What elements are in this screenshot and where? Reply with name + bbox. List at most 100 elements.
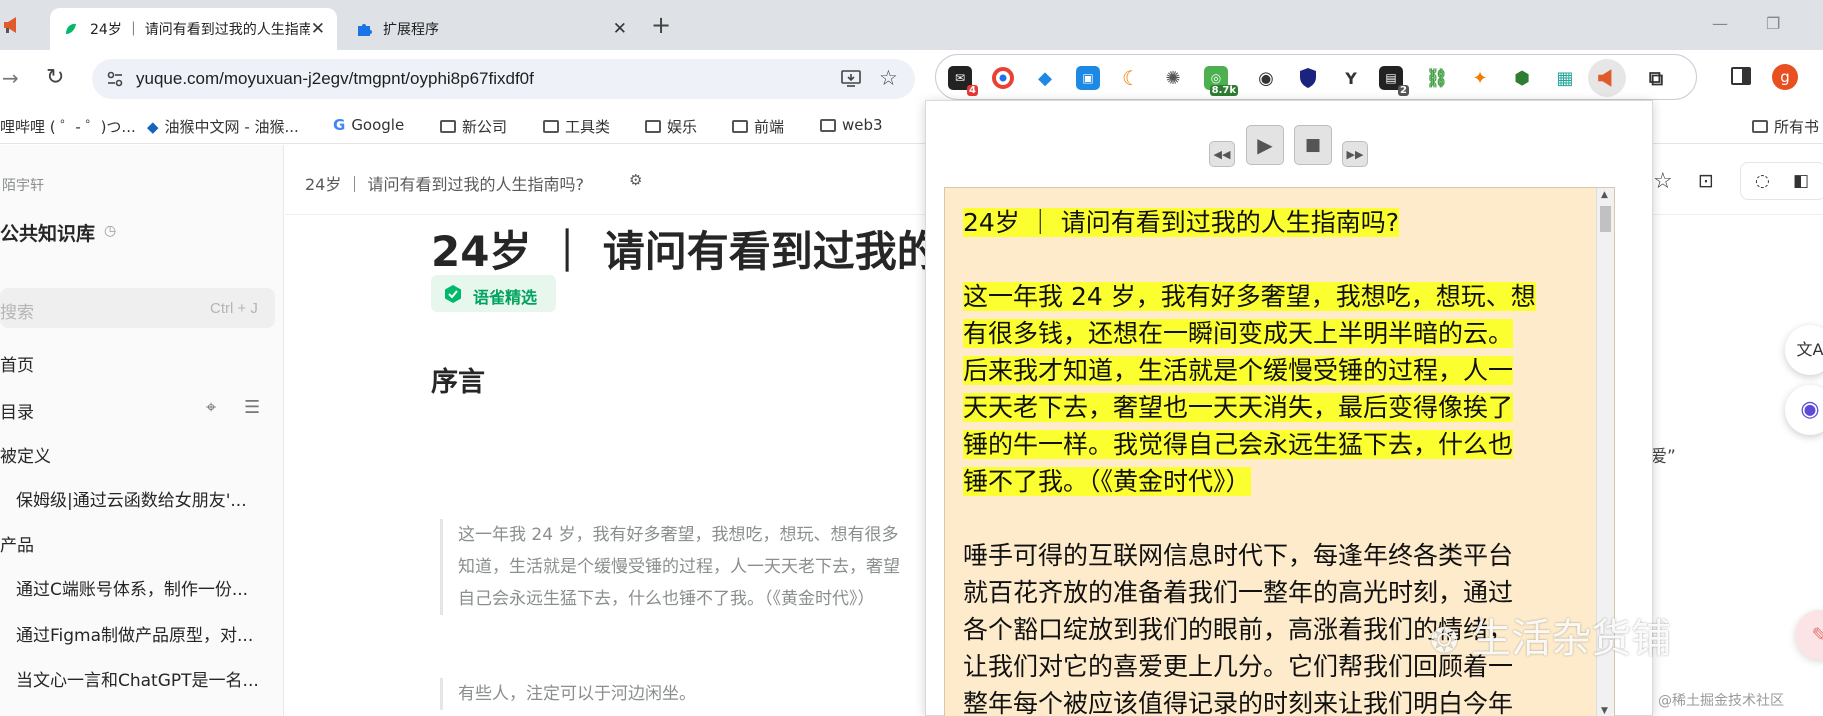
nav-home[interactable]: 首页 [0, 351, 34, 376]
repo-title[interactable]: 公共知识库 [0, 219, 95, 246]
reader-line: 后来我才知道，生活就是个缓慢受锤的过程，人一 [963, 356, 1514, 385]
toc-item[interactable]: 保姆级|通过云函数给女朋友'... [16, 486, 247, 511]
toc-item[interactable]: 通过Figma制做产品原型，对... [16, 621, 253, 646]
reload-icon[interactable]: ↻ [46, 65, 64, 90]
toc-item[interactable]: 通过C端账号体系，制作一份... [16, 575, 248, 600]
search-input[interactable]: 搜索 Ctrl + J [0, 288, 275, 328]
present-icon[interactable]: ⊡ [1698, 170, 1714, 192]
reader-line: 这一年我 24 岁，我有好多奢望，我想吃，想玩、想 [963, 282, 1536, 311]
new-tab-icon[interactable]: + [651, 13, 671, 37]
reader-line: 锤的牛一样。我觉得自己会永远生猛下去，什么也 [963, 430, 1514, 459]
blue-app-extension-icon[interactable]: ▣ [1076, 66, 1100, 90]
extensions-puzzle-icon[interactable]: ⧉ [1644, 66, 1668, 90]
star-icon[interactable]: ☆ [1653, 169, 1673, 194]
play-button[interactable]: ▶ [1246, 125, 1284, 165]
nav-toc[interactable]: 目录 [0, 398, 34, 423]
watermark: ❂ 生活杂货铺 [1430, 606, 1671, 664]
toc-group[interactable]: 产品 [0, 531, 34, 556]
mail-extension-icon[interactable]: ✉ 4 [948, 66, 978, 96]
maximize-icon[interactable]: ❐ [1766, 14, 1780, 33]
rewind-button[interactable]: ◀◀ [1209, 141, 1235, 167]
hex-extension-icon[interactable]: ⬢ [1510, 66, 1534, 90]
tab-close-icon[interactable]: ✕ [613, 20, 627, 38]
fast-forward-button[interactable]: ▶▶ [1342, 141, 1368, 167]
stop-button[interactable]: ■ [1294, 125, 1332, 165]
toc-group[interactable]: 被定义 [0, 442, 51, 467]
body-fragment: 爱” [1650, 447, 1676, 467]
author-name[interactable]: 陌宇轩 [2, 175, 44, 195]
forward-icon[interactable]: → [2, 66, 19, 90]
megaphone-icon[interactable] [2, 16, 22, 34]
bookmark-folder[interactable]: 所有书 [1752, 116, 1819, 137]
scroll-down-icon[interactable]: ▼ [1601, 706, 1608, 716]
bookmark-folder[interactable]: 新公司 [440, 116, 507, 137]
tab-close-icon[interactable]: ✕ [311, 20, 325, 38]
y-extension-icon[interactable]: Y [1339, 66, 1363, 90]
yuque-favicon-icon [62, 20, 80, 38]
scroll-thumb[interactable] [1600, 206, 1611, 232]
pencil-float-icon[interactable]: ✎ [1795, 610, 1823, 660]
side-panel-icon[interactable] [1731, 67, 1751, 85]
mail-badge: 4 [967, 85, 978, 96]
eight-k-badge: 8.7k [1209, 85, 1238, 96]
watermark-text: 生活杂货铺 [1471, 616, 1672, 662]
shield-extension-icon[interactable] [1296, 66, 1320, 90]
folder-icon [1752, 120, 1768, 133]
dark-extension-icon[interactable]: ▤ 2 [1379, 66, 1409, 96]
bookmark-folder[interactable]: 娱乐 [645, 116, 697, 137]
tab-strip: 24岁 ｜ 请问有看到过我的人生指南吗? ✕ 扩展程序 ✕ + — ❐ [0, 0, 1823, 50]
reader-title: 24岁 ｜ 请问有看到过我的人生指南吗? [963, 208, 1399, 237]
settings-cog-icon[interactable]: ⚙ [629, 171, 642, 189]
two-badge: 2 [1398, 85, 1409, 96]
calendar-extension-icon[interactable]: ▦ [1553, 66, 1577, 90]
eight-k-extension-icon[interactable]: ◎ 8.7k [1204, 66, 1238, 96]
robot-extension-icon[interactable]: ◉ [1254, 66, 1278, 90]
folder-icon [732, 120, 748, 133]
bird-extension-icon[interactable]: ◆ [1033, 66, 1057, 90]
folder-icon [440, 120, 456, 133]
sidebar: 陌宇轩 公共知识库 ◷ 搜索 Ctrl + J 首页 目录 ⌖ ☰ 被定义 保姆… [0, 145, 284, 716]
reader-line: 天天老下去，奢望也一天天消失，最后变得像挨了 [963, 393, 1514, 422]
minimize-icon[interactable]: — [1712, 14, 1728, 33]
moon-extension-icon[interactable]: ☾ [1119, 66, 1143, 90]
site-info-icon[interactable] [106, 70, 124, 88]
translate-float-icon[interactable]: 文A [1785, 325, 1823, 375]
openai-extension-icon[interactable]: ✺ [1161, 66, 1185, 90]
search-shortcut: Ctrl + J [210, 300, 258, 317]
assistant-float-icon[interactable]: ◉ [1785, 385, 1823, 435]
scroll-up-icon[interactable]: ▲ [1601, 190, 1608, 200]
address-bar[interactable]: yuque.com/moyuxuan-j2egv/tmgpnt/oyphi8p6… [92, 59, 915, 99]
wechat-icon: ❂ [1430, 621, 1459, 661]
bookmark-folder[interactable]: 工具类 [543, 116, 610, 137]
locate-icon[interactable]: ⌖ [206, 397, 216, 418]
fox-extension-icon[interactable]: ✦ [1468, 66, 1492, 90]
bookmark-folder[interactable]: 前端 [732, 116, 784, 137]
tab-extensions[interactable]: 扩展程序 ✕ [341, 8, 639, 50]
folder-icon [645, 120, 661, 133]
chrome-ring-extension-icon[interactable] [991, 66, 1015, 90]
breadcrumb[interactable]: 24岁 ｜ 请问有看到过我的人生指南吗? [305, 171, 584, 195]
bookmark-item[interactable]: ◆ 油猴中文网 - 油猴... [147, 116, 299, 137]
bookmark-item[interactable]: 哩哔哩 ( ゜- ゜)つ... [0, 116, 136, 137]
bookmark-folder[interactable]: web3 [820, 116, 883, 134]
panel-toggle-icon[interactable]: ◧ [1793, 171, 1809, 191]
avatar[interactable]: g [1772, 64, 1798, 90]
tab-yuque-doc[interactable]: 24岁 ｜ 请问有看到过我的人生指南吗? ✕ [50, 8, 337, 50]
bookmark-star-icon[interactable]: ☆ [879, 66, 898, 90]
repo-info-icon[interactable]: ◷ [104, 223, 116, 239]
megaphone-extension-icon[interactable] [1588, 59, 1626, 97]
install-app-icon[interactable] [841, 69, 861, 87]
reader-line: 有很多钱，还想在一瞬间变成天上半明半暗的云。 [963, 319, 1514, 348]
toc-item[interactable]: 当文心一言和ChatGPT是一名... [16, 666, 259, 691]
bookmark-item[interactable]: G Google [333, 116, 404, 134]
comment-icon[interactable]: ◌ [1755, 171, 1770, 191]
collapse-list-icon[interactable]: ☰ [244, 397, 260, 418]
link-extension-icon[interactable]: ⛓ [1425, 66, 1449, 90]
tab-title: 24岁 ｜ 请问有看到过我的人生指南吗? [90, 22, 310, 38]
doc-side-actions: ◌ ◧ [1740, 162, 1823, 200]
section-heading: 序言 [431, 367, 485, 398]
folder-icon [820, 118, 836, 132]
featured-badge: 语雀精选 [431, 275, 556, 312]
reader-line: 整年每个被应该值得记录的时刻来让我们明白今年 [963, 689, 1514, 716]
watermark-small: @稀土掘金技术社区 [1658, 693, 1784, 709]
